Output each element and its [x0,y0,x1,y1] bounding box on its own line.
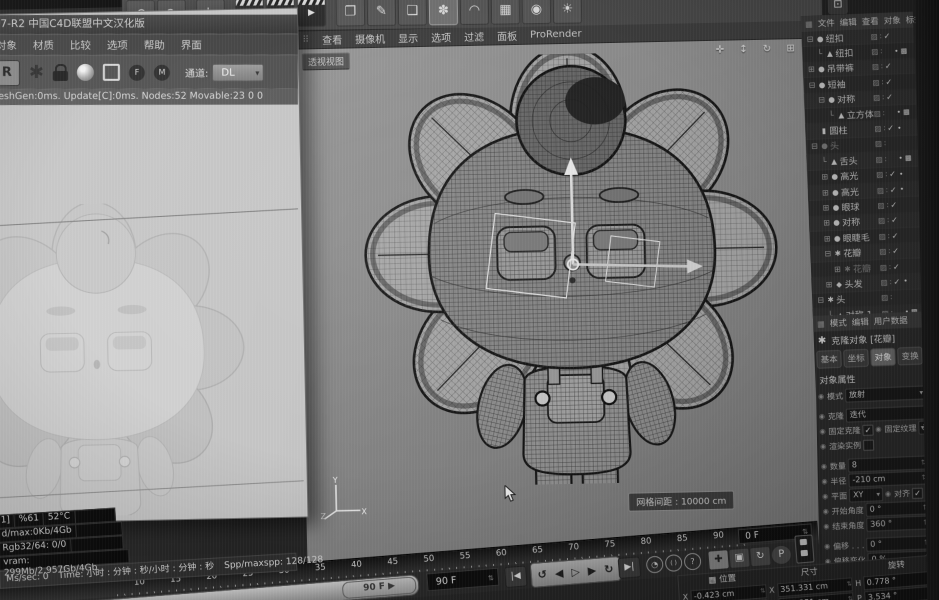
channel-label: 通道: [184,68,209,80]
am-menu-edit[interactable]: 编辑 [851,316,869,329]
mouse-cursor [504,484,518,507]
fix-clone-checkbox: ✓ [862,424,874,436]
film-icon[interactable] [794,534,815,564]
channel-dropdown[interactable]: DL ▾ [212,63,265,82]
autokey-button[interactable]: ( ) [664,553,683,573]
region-icon[interactable] [102,63,120,81]
vp-menu-options[interactable]: 选项 [431,29,451,44]
right-panel: ▦ 文件 编辑 查看 对象 标签 ⊟ ● 纽扣 ▨ ∶ ✓ └ ▲ 纽扣 ▨ ∶ • ▩ ⊞ ● 吊带裤… [800,11,939,582]
am-menu-userdata[interactable]: 用户数据 [873,314,908,327]
current-frame-field[interactable]: 90 F ⇅ [426,567,500,592]
octane-menu-bar: 对象 材质 比较 选项 帮助 界面 [0,33,298,56]
current-frame-marker[interactable]: 90 F ▶ [341,576,417,600]
character-tool-icon[interactable]: ⊡ [827,0,849,15]
window-title[interactable]: 07-R2 中国C4D联盟中文汉化版 [0,14,298,35]
wireframe-character[interactable] [347,44,796,500]
previous-frame-button[interactable]: ◀ [554,566,563,580]
render-restart-button[interactable]: R [0,59,20,86]
octane-live-viewer-window: 07-R2 中国C4D联盟中文汉化版 对象 材质 比较 选项 帮助 界面 R ✱… [0,7,324,592]
vp-menu-filter[interactable]: 过滤 [464,29,484,44]
material-ball-icon[interactable] [76,63,94,81]
vp-menu-prorender[interactable]: ProRender [530,29,582,41]
lock-icon[interactable] [53,64,68,81]
tab-transform[interactable]: 变换 [897,346,923,366]
parent-mode-button[interactable]: P [770,544,793,566]
gear-icon[interactable]: ✱ [29,62,44,83]
goto-end-button[interactable]: ▶| [617,556,642,579]
octane-menu-objects[interactable]: 对象 [0,38,17,53]
attribute-tabs: 基本 坐标 对象 变换 效果器 [816,345,939,369]
attribute-title: ✱ 克隆对象 [花瓣] [817,334,896,347]
viewport-title[interactable]: 透视视图 [301,52,351,71]
render-settings-icon[interactable]: ▶ [296,0,327,28]
next-frame-button[interactable]: ▶ [587,564,596,578]
mograph-cloner-icon[interactable]: ✽ [428,0,459,26]
tab-basic[interactable]: 基本 [816,349,842,369]
octane-menu-help[interactable]: 帮助 [144,37,165,52]
move-tool-button[interactable]: ✚ [707,549,730,571]
render-preview[interactable] [0,98,305,518]
am-menu-mode[interactable]: 模式 [829,317,847,330]
om-menu-file[interactable]: 文件 [817,17,835,30]
axis-gizmo: Y X Z [320,474,367,525]
octane-menu-options[interactable]: 选项 [107,37,128,52]
axis-x-label: X [361,507,366,516]
repeat-button[interactable]: ↻ [604,562,614,576]
deformer-icon[interactable]: ◠ [459,0,490,26]
axis-z-label: Z [320,512,326,521]
floor-icon[interactable]: ▦ [490,0,521,25]
rotate-tool-button[interactable]: ↻ [749,545,772,568]
om-menu-view[interactable]: 查看 [861,15,879,28]
vp-menu-view[interactable]: 查看 [322,32,342,47]
focus-pin-icon[interactable]: F [128,64,145,81]
spline-pen-icon[interactable]: ✎ [366,0,397,27]
play-button[interactable]: ▷ [571,565,580,579]
material-pin-icon[interactable]: M [153,64,170,81]
object-tree: ⊟ ● 纽扣 ▨ ∶ ✓ └ ▲ 纽扣 ▨ ∶ • ▩ ⊞ ● 吊带裤 ▨ ∶ ✓ ⊟ ● 短袖 ▨ ∶ ✓ ⊟ ● 对称 ▨… [801,27,926,325]
goto-start-button[interactable]: |◀ [503,565,528,589]
scale-tool-button[interactable]: ▣ [728,547,751,570]
overalls [522,357,632,476]
octane-menu-compare[interactable]: 比较 [70,37,91,52]
octane-menu-interface[interactable]: 界面 [181,37,202,52]
section-object-properties: 对象属性 [819,375,856,387]
perspective-viewport[interactable]: ⠿ 查看 摄像机 显示 选项 过滤 面板 ProRender 透视视图 ✛ ↕ … [296,20,820,580]
c4d-application: ↶ ↷ ↳ ▶ ▶ ▶ ❐ ✎ ❑ ✽ ◠ ▦ ◉ ☀ ⊡ ⠿ 查看 摄像机 显… [0,0,939,600]
monitor-photo: ↶ ↷ ↳ ▶ ▶ ▶ ❐ ✎ ❑ ✽ ◠ ▦ ◉ ☀ ⊡ ⠿ 查看 摄像机 显… [0,0,939,600]
help-button[interactable]: ? [683,552,702,571]
render-instance-checkbox [862,439,875,451]
tab-coord[interactable]: 坐标 [843,348,869,368]
om-menu-edit[interactable]: 编辑 [839,16,857,29]
om-menu-objects[interactable]: 对象 [883,14,901,27]
viewport-grid-icon[interactable]: ⠿ [302,35,309,45]
render-preview-character [0,201,245,518]
camera-icon[interactable]: ◉ [521,0,552,25]
vp-menu-display[interactable]: 显示 [398,30,418,45]
octane-toolbar: R ✱ F M 通道: DL ▾ [0,54,298,90]
octane-menu-materials[interactable]: 材质 [33,37,54,52]
vp-menu-camera[interactable]: 摄像机 [355,31,385,47]
axis-y-label: Y [332,476,338,485]
vp-menu-panel[interactable]: 面板 [497,28,517,43]
record-button[interactable]: ◔ [645,555,664,574]
cloner-icon: ✱ [817,334,827,347]
subdivision-icon[interactable]: ❑ [397,0,428,26]
light-icon[interactable]: ☀ [552,0,583,24]
align-checkbox: ✓ [911,487,924,499]
grid-spacing-info: 网格间距 : 10000 cm [628,490,735,512]
panel-icon: ▦ [816,318,825,329]
panel-icon: ▦ [804,19,813,29]
tab-object[interactable]: 对象 [870,347,896,367]
loop-button[interactable]: ↺ [537,568,547,582]
primitive-cube-icon[interactable]: ❐ [335,0,366,27]
